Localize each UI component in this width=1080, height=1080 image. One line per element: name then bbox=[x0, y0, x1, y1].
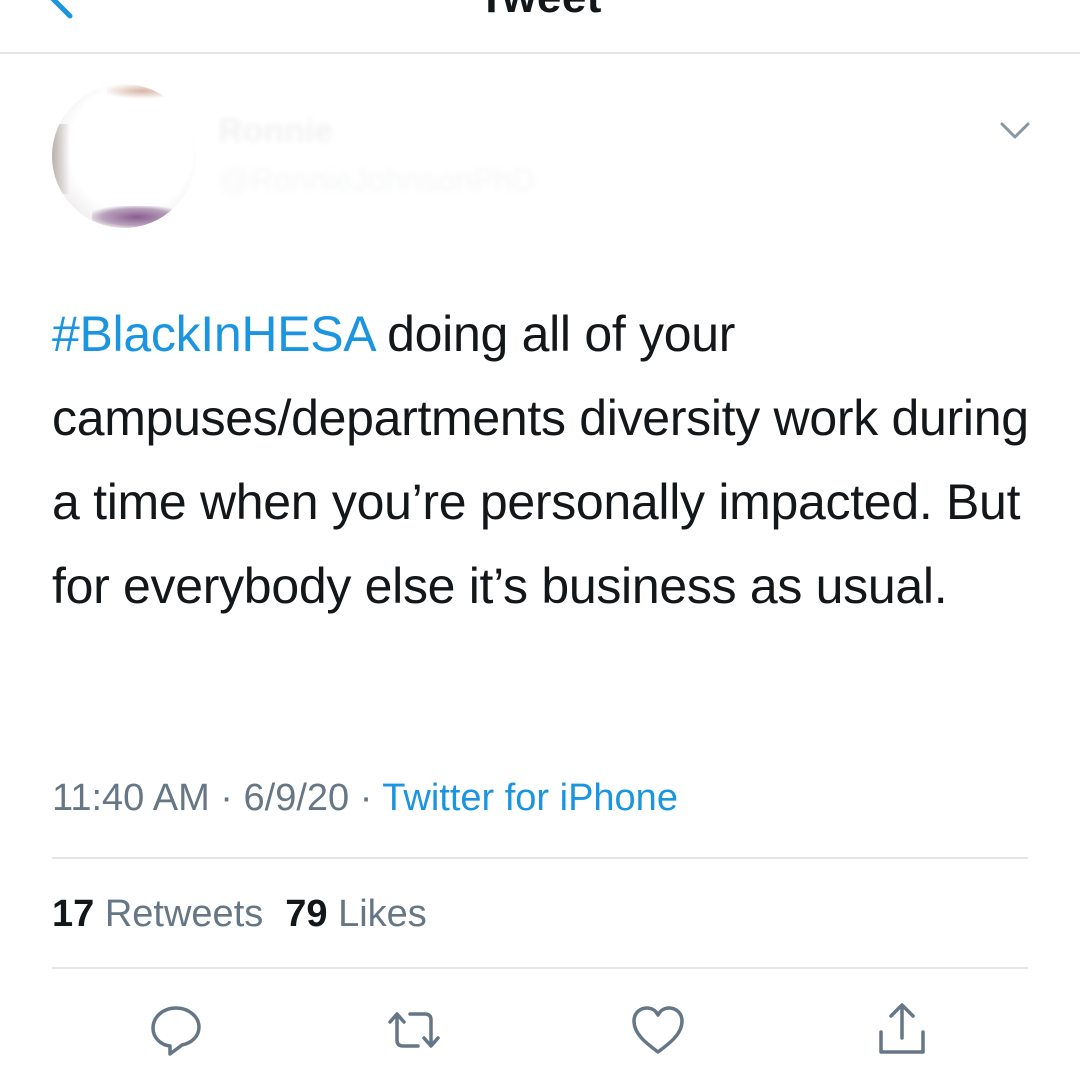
retweets-label: Retweets bbox=[104, 893, 264, 935]
chevron-down-icon bbox=[1000, 122, 1030, 139]
reply-icon bbox=[151, 1006, 201, 1056]
author-handle[interactable]: @RonnieJohnsonPhD bbox=[218, 162, 535, 199]
more-options-button[interactable] bbox=[998, 114, 1032, 148]
page-title: Tweet bbox=[0, 0, 1080, 20]
likes-count: 79 bbox=[285, 893, 328, 935]
tweet-time: 11:40 AM bbox=[52, 777, 210, 819]
like-button[interactable] bbox=[628, 1000, 688, 1060]
navigation-bar: Tweet bbox=[0, 0, 1080, 54]
share-button[interactable] bbox=[872, 1000, 932, 1060]
meta-separator: · bbox=[209, 777, 244, 819]
retweets-stat[interactable]: 17 Retweets bbox=[52, 893, 263, 935]
avatar[interactable] bbox=[52, 84, 196, 228]
tweet-source-link[interactable]: Twitter for iPhone bbox=[382, 777, 678, 819]
tweet-detail-screen: Tweet Ronnie @RonnieJohnsonPhD #BlackInH… bbox=[0, 0, 1080, 1080]
likes-stat[interactable]: 79 Likes bbox=[285, 893, 427, 935]
tweet-stats: 17 Retweets 79 Likes bbox=[52, 890, 449, 938]
hashtag-link[interactable]: #BlackInHESA bbox=[52, 306, 374, 362]
divider bbox=[52, 967, 1028, 969]
share-icon bbox=[879, 1003, 925, 1054]
retweet-button[interactable] bbox=[384, 1000, 444, 1060]
meta-separator: · bbox=[349, 777, 383, 819]
retweet-icon bbox=[388, 1012, 440, 1048]
divider bbox=[52, 857, 1028, 859]
tweet-date: 6/9/20 bbox=[243, 777, 350, 819]
author-name[interactable]: Ronnie bbox=[218, 112, 333, 151]
tweet-meta: 11:40 AM · 6/9/20 · Twitter for iPhone bbox=[52, 774, 678, 822]
retweets-count: 17 bbox=[52, 893, 95, 935]
tweet-text: #BlackInHESA doing all of your campuses/… bbox=[52, 292, 1042, 628]
heart-icon bbox=[632, 1006, 684, 1054]
reply-button[interactable] bbox=[146, 1000, 206, 1060]
likes-label: Likes bbox=[338, 893, 427, 935]
